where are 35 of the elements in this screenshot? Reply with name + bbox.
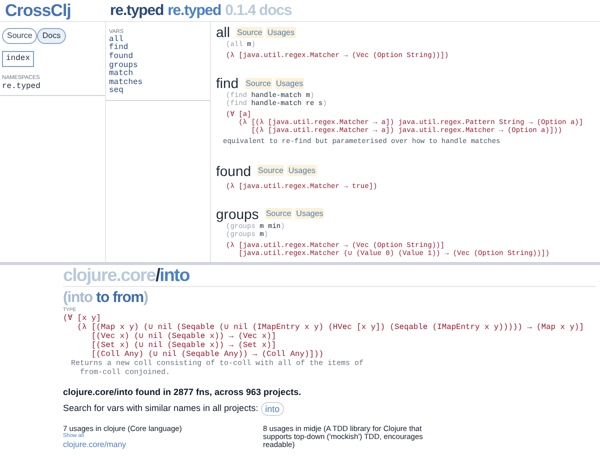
page-title-part: 0.1.4 docs xyxy=(225,3,292,18)
function-signature: (into to from) xyxy=(63,290,149,305)
usage-link[interactable]: clojure.core/many xyxy=(63,440,243,448)
var-link[interactable]: found xyxy=(109,53,210,62)
var-link[interactable]: seq xyxy=(109,87,210,96)
doc-link[interactable]: Source xyxy=(244,78,272,88)
doc-link[interactable]: Source xyxy=(257,165,284,176)
doc-link[interactable]: Usages xyxy=(266,26,296,38)
var-name: found xyxy=(216,164,252,178)
page-title-part: re.typed xyxy=(168,3,222,18)
var-name: find xyxy=(216,76,239,90)
search-link[interactable]: into xyxy=(261,402,284,416)
page-title-part: into xyxy=(160,266,190,284)
tab-button[interactable]: Source xyxy=(2,28,38,44)
tab-button[interactable]: Docs xyxy=(37,28,66,44)
var-link[interactable]: find xyxy=(109,44,210,54)
var-name: all xyxy=(216,25,230,39)
page-title-part: / xyxy=(155,266,160,284)
search-prompt: Search for vars with similar names in all projects: xyxy=(63,402,258,415)
doc-link[interactable]: Source xyxy=(236,26,264,38)
var-name: groups xyxy=(216,206,259,220)
var-link[interactable]: groups xyxy=(109,62,210,70)
page-title-part: clojure.core xyxy=(63,266,156,284)
page-title-part: re.typed xyxy=(110,3,164,18)
doc-link[interactable]: Usages xyxy=(287,165,317,176)
logo[interactable]: CrossClj xyxy=(0,2,110,19)
var-link[interactable]: all xyxy=(109,36,210,44)
doc-link[interactable]: Source xyxy=(264,208,292,219)
namespace-link[interactable]: re.typed xyxy=(2,82,103,91)
doc-link[interactable]: Usages xyxy=(295,208,324,219)
index-button[interactable]: index xyxy=(2,51,34,67)
usage-summary: clojure.core/into found in 2877 fns, across 963 projects. xyxy=(63,386,302,399)
var-link[interactable]: match xyxy=(109,70,210,79)
doc-link[interactable]: Usages xyxy=(274,78,304,88)
var-link[interactable]: matches xyxy=(109,78,210,88)
